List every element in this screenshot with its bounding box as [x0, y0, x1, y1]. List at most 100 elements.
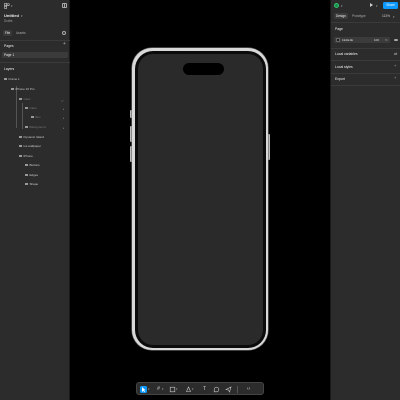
file-location[interactable]: Drafts	[4, 19, 13, 23]
divider	[331, 48, 400, 49]
layers-heading: Layers	[4, 67, 15, 71]
zoom-level[interactable]: 113%	[382, 14, 390, 18]
pen-tool-icon[interactable]	[185, 386, 192, 393]
layer-row[interactable]: Background •	[25, 125, 67, 130]
layer-row[interactable]: Edges	[25, 173, 38, 178]
divider	[331, 60, 400, 61]
more-dot-icon[interactable]: •	[63, 116, 64, 120]
layer-label: Background	[29, 125, 46, 129]
present-chevron-icon[interactable]: ▾	[376, 4, 378, 8]
frame-icon	[4, 77, 7, 81]
rectangle-tool-icon[interactable]	[169, 386, 176, 393]
text-tool-icon[interactable]: T	[201, 386, 208, 393]
layer-row[interactable]: Glare •	[25, 106, 67, 111]
group-icon	[25, 163, 28, 167]
file-name[interactable]: Untitled	[4, 13, 19, 18]
rectangle-icon	[31, 115, 34, 119]
bottom-toolbar: ▾ # ▾ ▾ ▾ T ‹›	[136, 382, 264, 395]
layer-row[interactable]: iPhone	[19, 154, 33, 159]
layer-row[interactable]: Glow ◡	[19, 97, 67, 102]
frame-tool-chevron-icon[interactable]: ▾	[162, 387, 164, 391]
zoom-chevron-icon[interactable]: ▾	[393, 15, 395, 19]
dynamic-island	[182, 62, 224, 75]
layer-label: iPhone	[23, 154, 33, 158]
layer-row[interactable]: Frame 1	[4, 77, 20, 82]
file-name-chevron-icon[interactable]: ▾	[21, 14, 23, 18]
layer-label: Box	[35, 115, 41, 119]
file-header: ▾ Untitled ▾ Drafts	[0, 0, 70, 26]
rectangle-icon	[19, 135, 22, 139]
layer-label: Dynamic Island	[23, 135, 45, 139]
add-style-icon[interactable]: +	[394, 63, 396, 68]
avatar[interactable]	[334, 3, 339, 8]
layer-row[interactable]: Dynamic Island	[19, 135, 44, 140]
tree-guide	[16, 86, 17, 128]
more-dot-icon[interactable]: •	[63, 107, 64, 111]
divider	[331, 73, 400, 74]
canvas[interactable]: ▾ # ▾ ▾ ▾ T ‹›	[70, 0, 330, 400]
figma-menu-icon[interactable]	[4, 3, 10, 9]
group-icon	[19, 154, 22, 158]
page-item[interactable]: Page 1	[2, 52, 68, 58]
search-icon[interactable]	[62, 31, 66, 35]
tree-guide	[22, 103, 23, 129]
add-page-icon[interactable]: +	[63, 42, 66, 47]
move-tool-chevron-icon[interactable]: ▾	[148, 387, 150, 391]
page-heading: Page	[335, 27, 343, 31]
toolbar-divider	[237, 386, 238, 393]
avatar-chevron-icon[interactable]: ▾	[341, 4, 343, 8]
comment-tool-icon[interactable]	[213, 386, 220, 393]
layer-row[interactable]: ios wallpaper	[19, 144, 41, 149]
frame-tool-icon[interactable]: #	[155, 386, 162, 393]
group-icon	[25, 106, 28, 110]
sidebar-toggle-icon[interactable]	[62, 3, 67, 8]
layer-row[interactable]: iPhone 16 Pro	[11, 87, 35, 92]
color-swatch[interactable]	[336, 38, 340, 42]
eye-icon[interactable]	[394, 38, 398, 41]
divider	[0, 62, 70, 63]
more-dot-icon[interactable]: •	[63, 126, 64, 130]
export-label[interactable]: Export	[335, 77, 345, 81]
tab-prototype[interactable]: Prototype	[350, 13, 368, 19]
tab-assets[interactable]: Assets	[14, 30, 28, 36]
visibility-toggle-icon[interactable]: ◡	[61, 98, 64, 102]
layer-label: Shape	[29, 182, 39, 186]
share-button[interactable]: Share	[383, 2, 398, 9]
frame-icon	[11, 87, 14, 91]
add-export-icon[interactable]: +	[394, 75, 396, 80]
move-tool-icon[interactable]	[140, 386, 147, 393]
layer-label: Edges	[29, 173, 39, 177]
local-styles-label[interactable]: Local styles	[335, 65, 353, 69]
rectangle-icon	[25, 125, 28, 129]
pen-tool-chevron-icon[interactable]: ▾	[192, 387, 194, 391]
page-opacity[interactable]: 100	[374, 38, 379, 42]
page-color-hex[interactable]: 1E1E1E	[342, 38, 353, 42]
local-variables-label[interactable]: Local variables	[335, 52, 358, 56]
tab-design[interactable]: Design	[334, 13, 348, 19]
divider	[331, 22, 400, 23]
layer-label: Frame 1	[8, 77, 20, 81]
right-header: ▾ ▾ Share	[331, 0, 400, 10]
left-panel: ▾ Untitled ▾ Drafts File Assets Pages + …	[0, 0, 70, 400]
layer-row[interactable]: Shape	[25, 182, 38, 187]
layer-label: ios wallpaper	[23, 144, 42, 148]
layer-row[interactable]: Box •	[31, 115, 67, 120]
pages-heading: Pages	[4, 44, 14, 48]
power-button	[268, 134, 270, 160]
menu-chevron-icon[interactable]: ▾	[11, 4, 13, 8]
tab-file[interactable]: File	[3, 30, 13, 36]
page-color-field[interactable]: 1E1E1E 100 %	[334, 37, 390, 43]
right-panel: ▾ ▾ Share Design Prototype 113% ▾ Page 1…	[330, 0, 400, 400]
iphone-frame[interactable]	[132, 48, 268, 350]
image-icon	[19, 144, 22, 148]
actions-tool-icon[interactable]	[225, 386, 232, 393]
shape-tool-chevron-icon[interactable]: ▾	[176, 387, 178, 391]
layer-label: Buttons	[29, 163, 40, 167]
present-play-icon[interactable]	[370, 3, 373, 7]
variables-icon[interactable]: ⇄	[394, 51, 397, 56]
layer-row[interactable]: Buttons	[25, 163, 40, 168]
dev-mode-tool-icon[interactable]: ‹›	[245, 386, 252, 393]
vector-icon	[25, 182, 28, 186]
layer-label: iPhone 16 Pro	[15, 87, 35, 91]
opacity-unit: %	[385, 38, 388, 43]
